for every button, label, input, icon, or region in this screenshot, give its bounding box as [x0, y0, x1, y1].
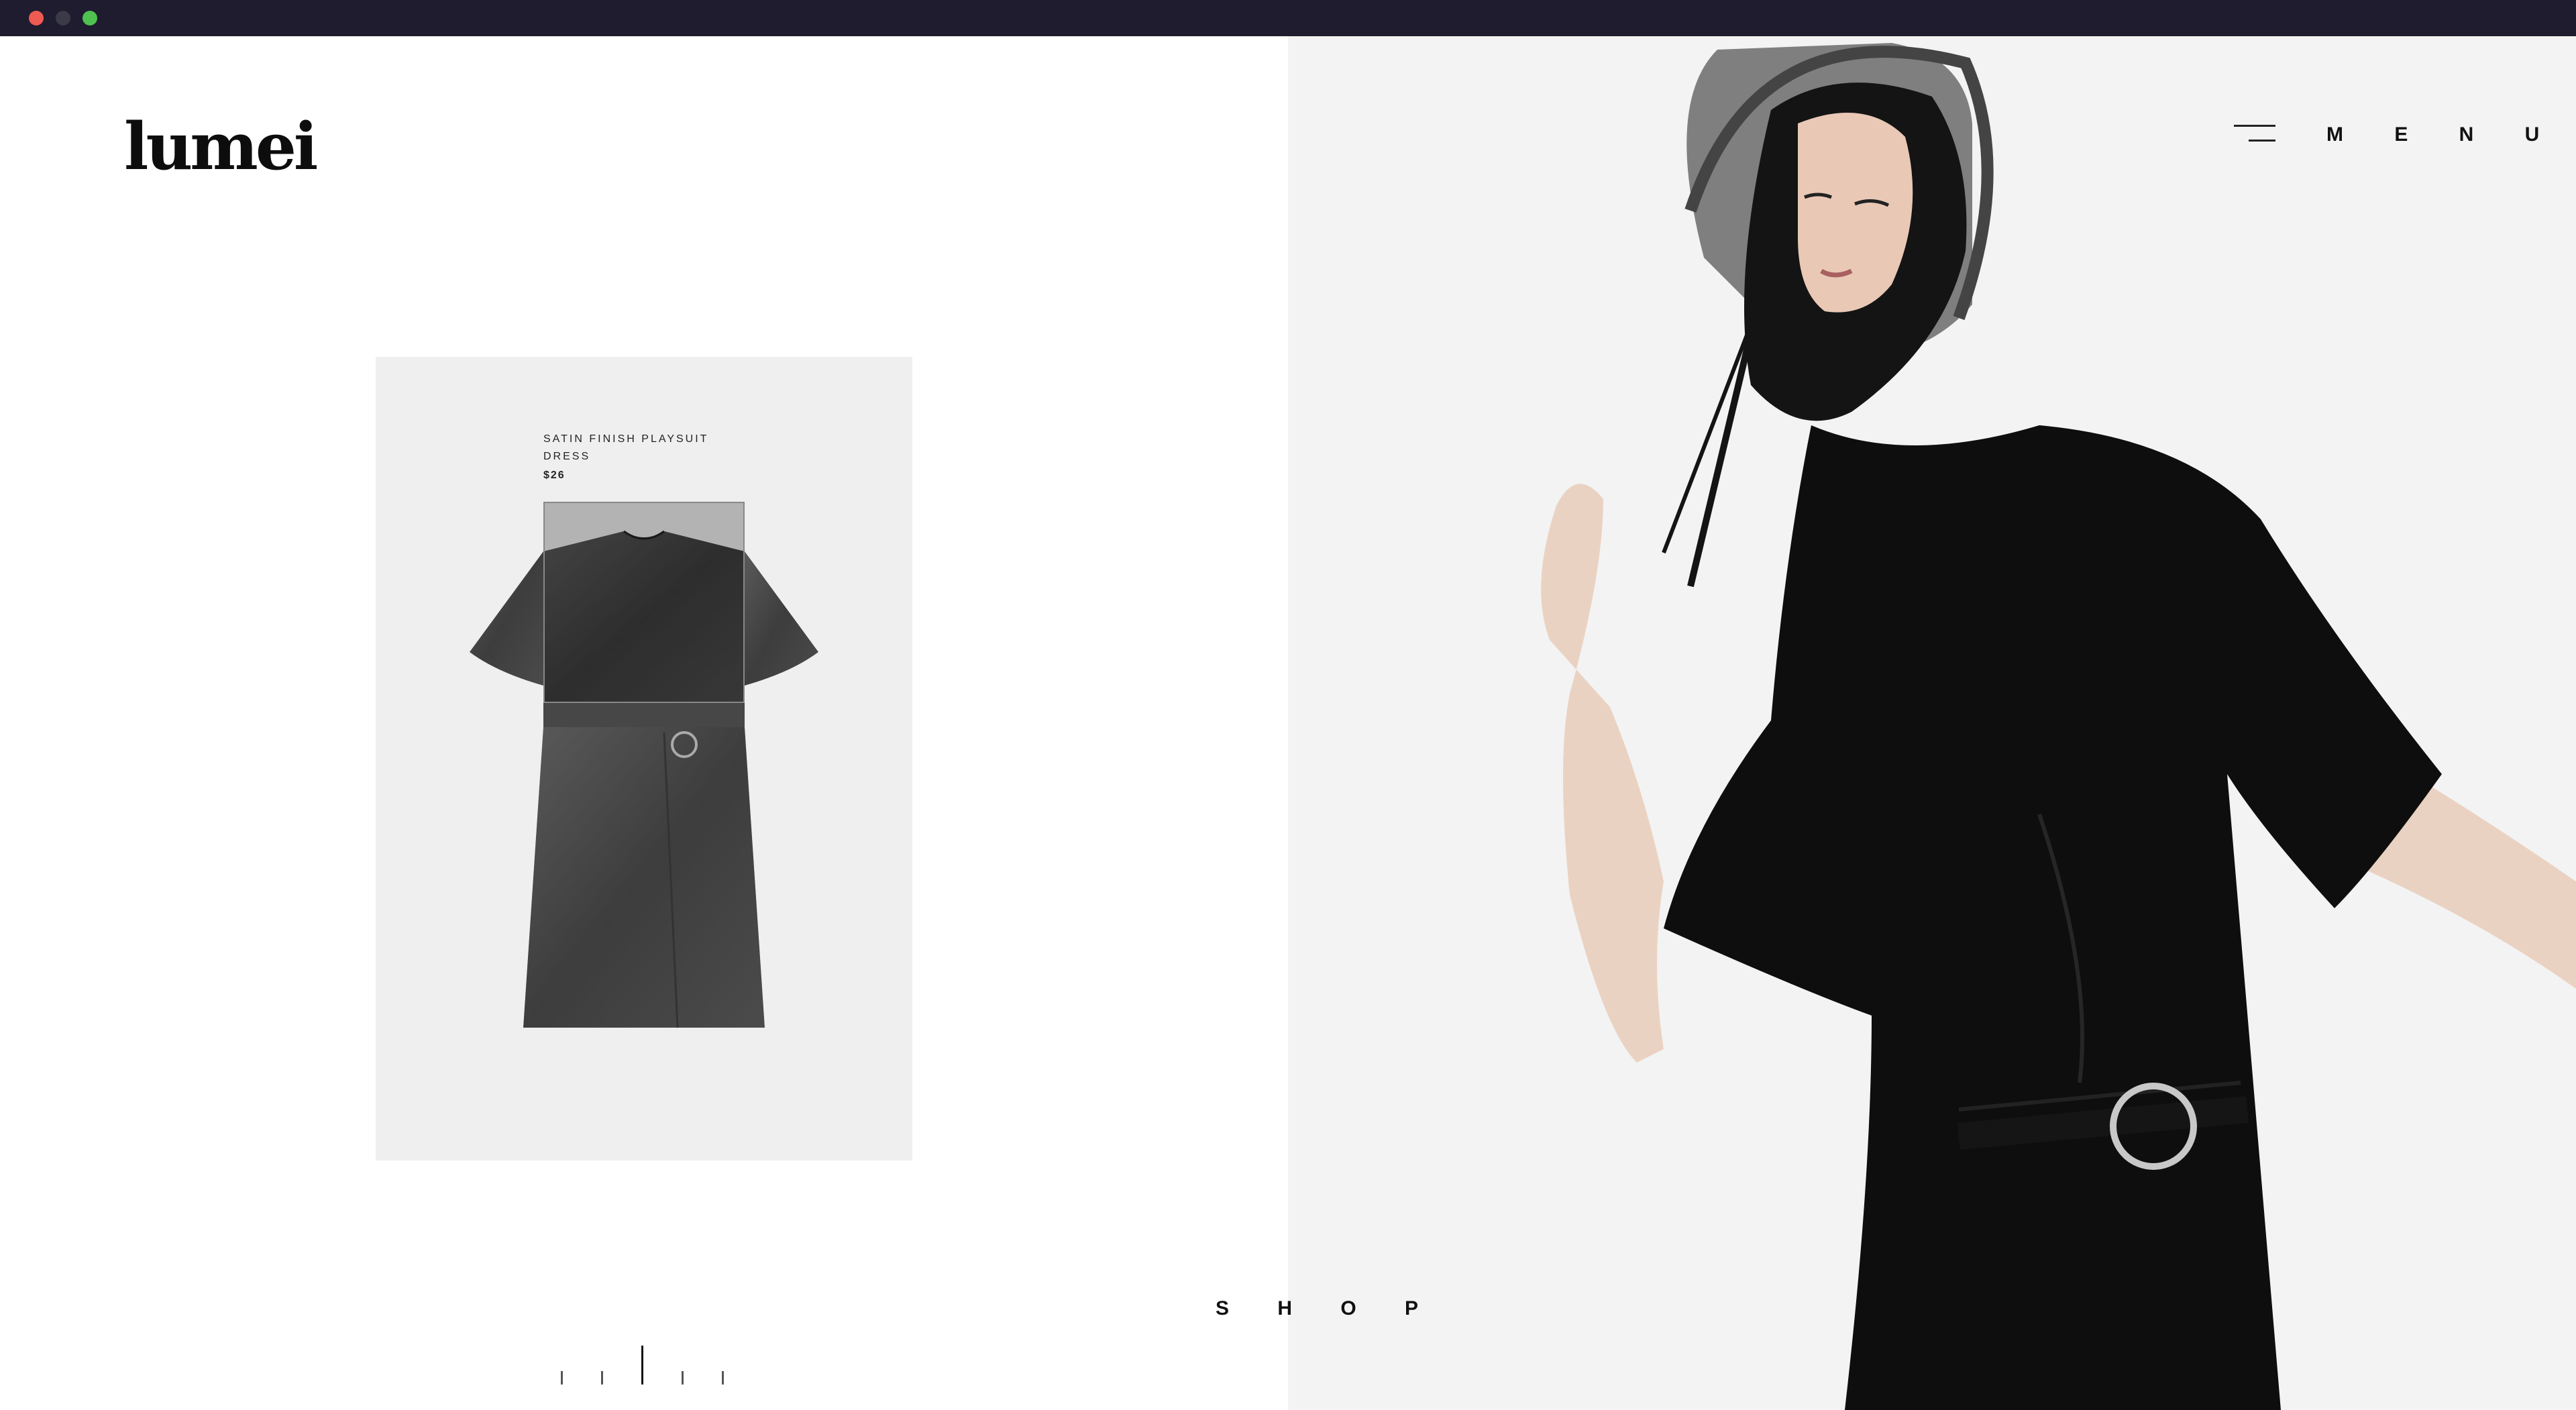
brand-logo[interactable]: lumei: [124, 109, 318, 184]
zoom-lens[interactable]: [543, 502, 745, 703]
hero-model-image: [1541, 43, 2576, 1410]
minimize-window-button[interactable]: [56, 11, 70, 25]
pager-tick-2[interactable]: [601, 1371, 603, 1385]
menu-button[interactable]: M E N U: [2326, 123, 2562, 146]
shop-button[interactable]: S H O P: [1216, 1297, 1440, 1320]
hamburger-icon[interactable]: [2234, 125, 2275, 145]
pager-tick-active[interactable]: [641, 1346, 643, 1385]
pager-tick-4[interactable]: [682, 1371, 684, 1385]
product-price: $26: [543, 470, 566, 481]
window-titlebar: [0, 0, 2576, 36]
product-name: SATIN FINISH PLAYSUIT DRESS: [543, 433, 709, 462]
hero-panel: M E N U: [1288, 36, 2576, 1410]
maximize-window-button[interactable]: [83, 11, 97, 25]
close-window-button[interactable]: [29, 11, 44, 25]
left-panel: lumei SATIN FINISH PLAYSUIT DRESS $26: [0, 36, 1288, 1410]
carousel-pager: [555, 1324, 730, 1385]
product-card[interactable]: SATIN FINISH PLAYSUIT DRESS $26: [376, 357, 912, 1160]
pager-tick-1[interactable]: [561, 1371, 563, 1385]
pager-tick-5[interactable]: [722, 1371, 724, 1385]
